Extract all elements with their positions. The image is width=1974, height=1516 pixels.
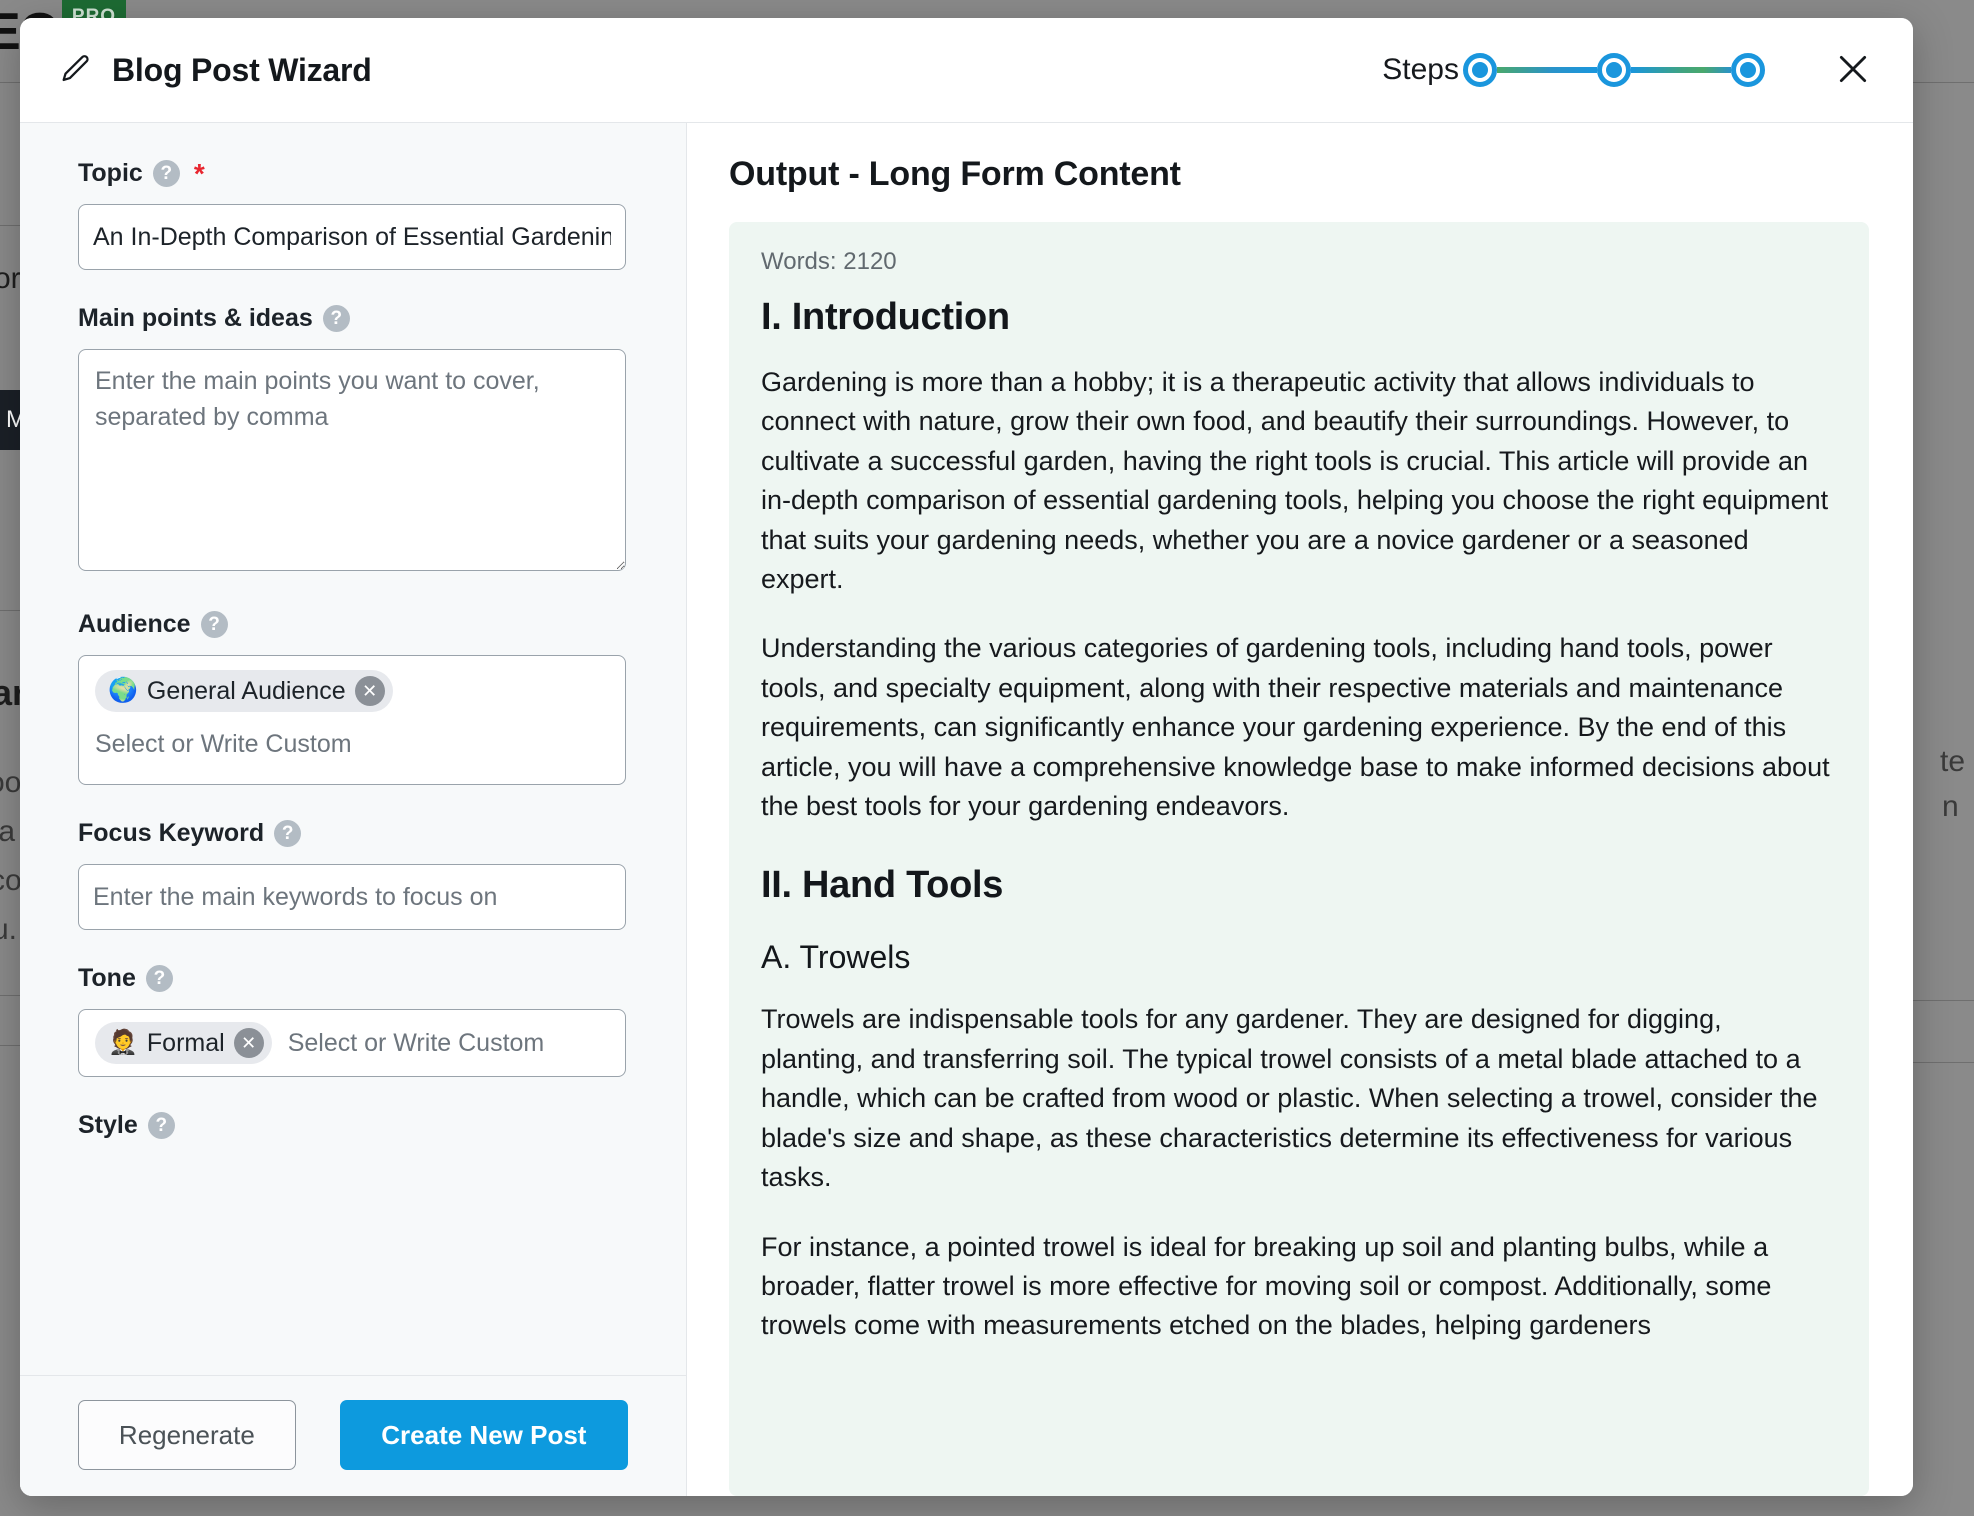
form-panel: Topic ? * Main points & ideas ?: [20, 123, 687, 1496]
field-tone: Tone ? 🤵 Formal ✕ Select or Write Custom: [78, 964, 626, 1077]
doc-heading-2: I. Introduction: [761, 296, 1010, 338]
tone-token: 🤵 Formal ✕: [95, 1022, 272, 1064]
help-icon[interactable]: ?: [200, 611, 228, 638]
step-connector-1: [1497, 67, 1597, 73]
field-label-focus-keyword: Focus Keyword ?: [78, 819, 626, 848]
help-icon[interactable]: ?: [322, 305, 350, 332]
page-title: Blog Post Wizard: [112, 51, 372, 88]
tone-token-label: Formal: [146, 1028, 225, 1057]
close-icon: [1833, 49, 1873, 92]
audience-token: 🌍 General Audience ✕: [95, 670, 393, 712]
field-label-tone: Tone ?: [78, 964, 626, 993]
main-points-textarea[interactable]: [78, 349, 626, 571]
stepper: [1463, 53, 1765, 87]
audience-placeholder: Select or Write Custom: [95, 730, 352, 758]
field-label-audience: Audience ?: [78, 610, 626, 639]
topic-input[interactable]: [78, 204, 626, 270]
doc-paragraph: Trowels are indispensable tools for any …: [761, 1004, 1818, 1193]
doc-paragraph: Gardening is more than a hobby; it is a …: [761, 367, 1829, 595]
form-footer: Regenerate Create New Post: [20, 1375, 686, 1496]
backdrop-text-fragment: ta: [0, 815, 16, 848]
backdrop-text-fragment: or: [0, 262, 21, 295]
doc-paragraph: For instance, a pointed trowel is ideal …: [761, 1231, 1772, 1341]
tone-multiselect[interactable]: 🤵 Formal ✕ Select or Write Custom: [78, 1009, 626, 1077]
pencil-icon: [58, 53, 92, 87]
blog-post-wizard-modal: Blog Post Wizard Steps Topic ? * An In-D…: [20, 18, 1913, 1496]
remove-token-icon[interactable]: ✕: [233, 1028, 264, 1058]
focus-keyword-input[interactable]: [78, 864, 626, 930]
remove-token-icon[interactable]: ✕: [354, 676, 385, 706]
backdrop-text-fragment: n: [1942, 790, 1959, 823]
modal-title-group: Blog Post Wizard: [58, 52, 372, 89]
field-label-focus-keyword-text: Focus Keyword: [78, 819, 265, 847]
create-new-post-button[interactable]: Create New Post: [339, 1400, 628, 1470]
field-label-main-points-text: Main points & ideas: [78, 304, 313, 332]
field-topic: Topic ? *: [78, 159, 626, 270]
output-blocks: I. Introduction Gardening is more than a …: [761, 296, 1831, 1346]
output-title: Output - Long Form Content: [729, 155, 1181, 193]
field-audience: Audience ? 🌍 General Audience ✕ Select o…: [78, 610, 626, 785]
help-icon[interactable]: ?: [147, 1112, 175, 1139]
audience-multiselect[interactable]: 🌍 General Audience ✕ Select or Write Cus…: [78, 655, 626, 785]
field-main-points: Main points & ideas ?: [78, 304, 626, 576]
doc-heading-2: II. Hand Tools: [761, 864, 1004, 907]
field-label-tone-text: Tone: [78, 964, 136, 992]
word-count-label: Words: 2120: [761, 248, 897, 275]
help-icon[interactable]: ?: [152, 160, 180, 187]
doc-paragraph: Understanding the various categories of …: [761, 633, 1830, 822]
regenerate-button[interactable]: Regenerate: [78, 1400, 296, 1470]
output-panel: Output - Long Form Content Words: 2120 I…: [687, 123, 1913, 1496]
field-focus-keyword: Focus Keyword ?: [78, 819, 626, 930]
globe-icon: 🌍: [108, 677, 138, 704]
output-content-card[interactable]: Words: 2120 I. Introduction Gardening is …: [729, 222, 1869, 1496]
field-label-main-points: Main points & ideas ?: [78, 304, 626, 333]
audience-token-label: General Audience: [146, 676, 346, 705]
help-icon[interactable]: ?: [145, 965, 173, 992]
backdrop-text-fragment: te: [1940, 745, 1966, 778]
steps-indicator: Steps: [1382, 44, 1879, 96]
backdrop-text-fragment: oo: [0, 766, 22, 799]
step-dot-2[interactable]: [1597, 53, 1631, 87]
doc-heading-3: A. Trowels: [761, 939, 911, 976]
field-label-style-text: Style: [78, 1111, 138, 1139]
tone-placeholder: Select or Write Custom: [287, 1028, 545, 1057]
step-dot-3[interactable]: [1731, 53, 1765, 87]
step-dot-1[interactable]: [1463, 53, 1497, 87]
backdrop-text-fragment: u.: [0, 913, 18, 946]
required-marker: *: [193, 157, 205, 189]
steps-label: Steps: [1382, 53, 1459, 86]
field-style: Style ?: [78, 1111, 626, 1140]
field-label-topic: Topic ? *: [78, 159, 626, 188]
person-in-tuxedo-icon: 🤵: [108, 1029, 138, 1056]
field-label-style: Style ?: [78, 1111, 626, 1140]
help-icon[interactable]: ?: [274, 820, 302, 847]
form-scroll-area[interactable]: Topic ? * Main points & ideas ?: [20, 123, 686, 1375]
field-label-topic-text: Topic: [78, 159, 143, 187]
backdrop-text-fragment: co: [0, 864, 22, 897]
modal-header: Blog Post Wizard Steps: [20, 18, 1913, 123]
modal-body: Topic ? * Main points & ideas ?: [20, 123, 1913, 1496]
step-connector-2: [1631, 67, 1731, 73]
close-button[interactable]: [1827, 44, 1879, 96]
field-label-audience-text: Audience: [78, 610, 191, 638]
